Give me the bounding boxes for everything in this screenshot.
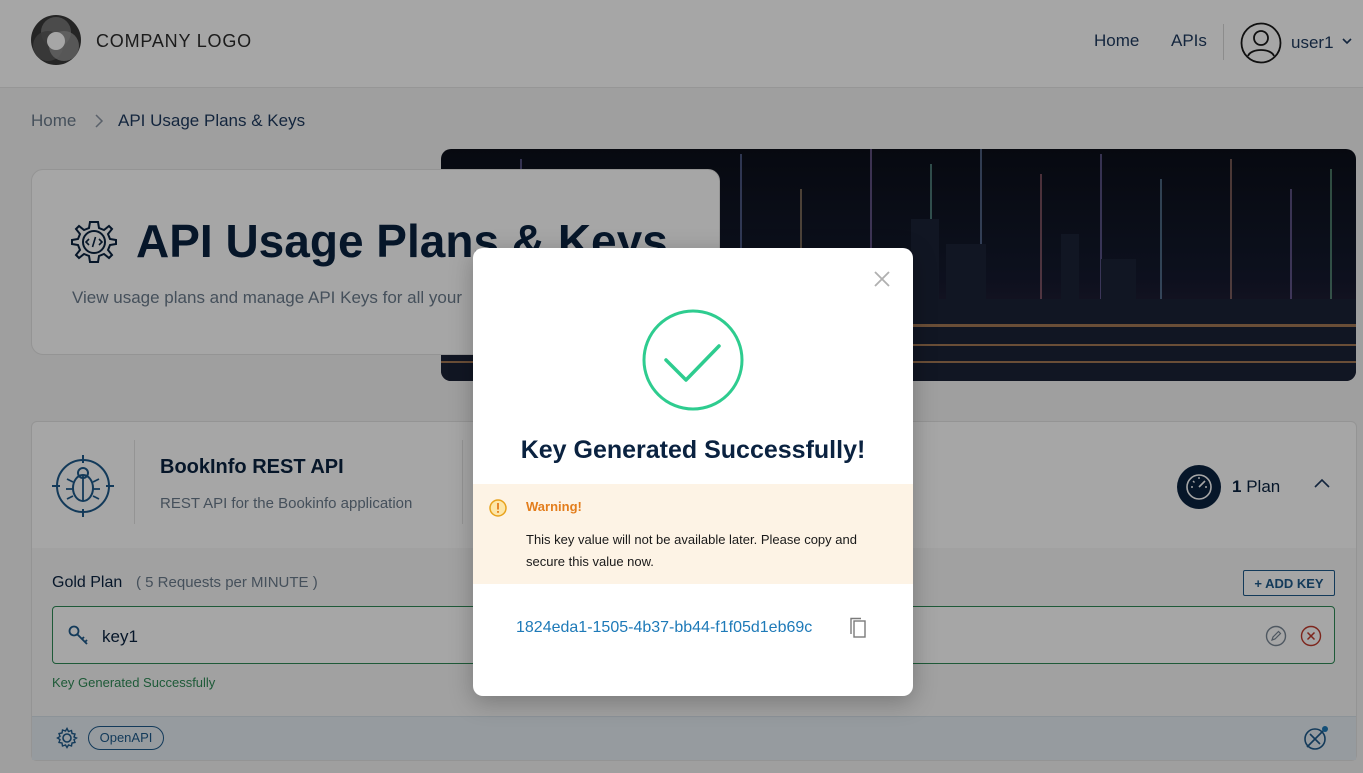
close-icon[interactable] bbox=[871, 268, 893, 290]
modal-title: Key Generated Successfully! bbox=[520, 436, 866, 464]
check-circle-icon bbox=[642, 309, 744, 411]
copy-icon[interactable] bbox=[848, 617, 868, 639]
warning-icon bbox=[489, 499, 507, 517]
warning-title: Warning! bbox=[526, 499, 582, 514]
generated-key-value[interactable]: 1824eda1-1505-4b37-bb44-f1f05d1eb69c bbox=[516, 619, 812, 637]
warning-text: This key value will not be available lat… bbox=[526, 532, 857, 569]
key-generated-dialog: Key Generated Successfully! Warning! Thi… bbox=[473, 248, 913, 696]
